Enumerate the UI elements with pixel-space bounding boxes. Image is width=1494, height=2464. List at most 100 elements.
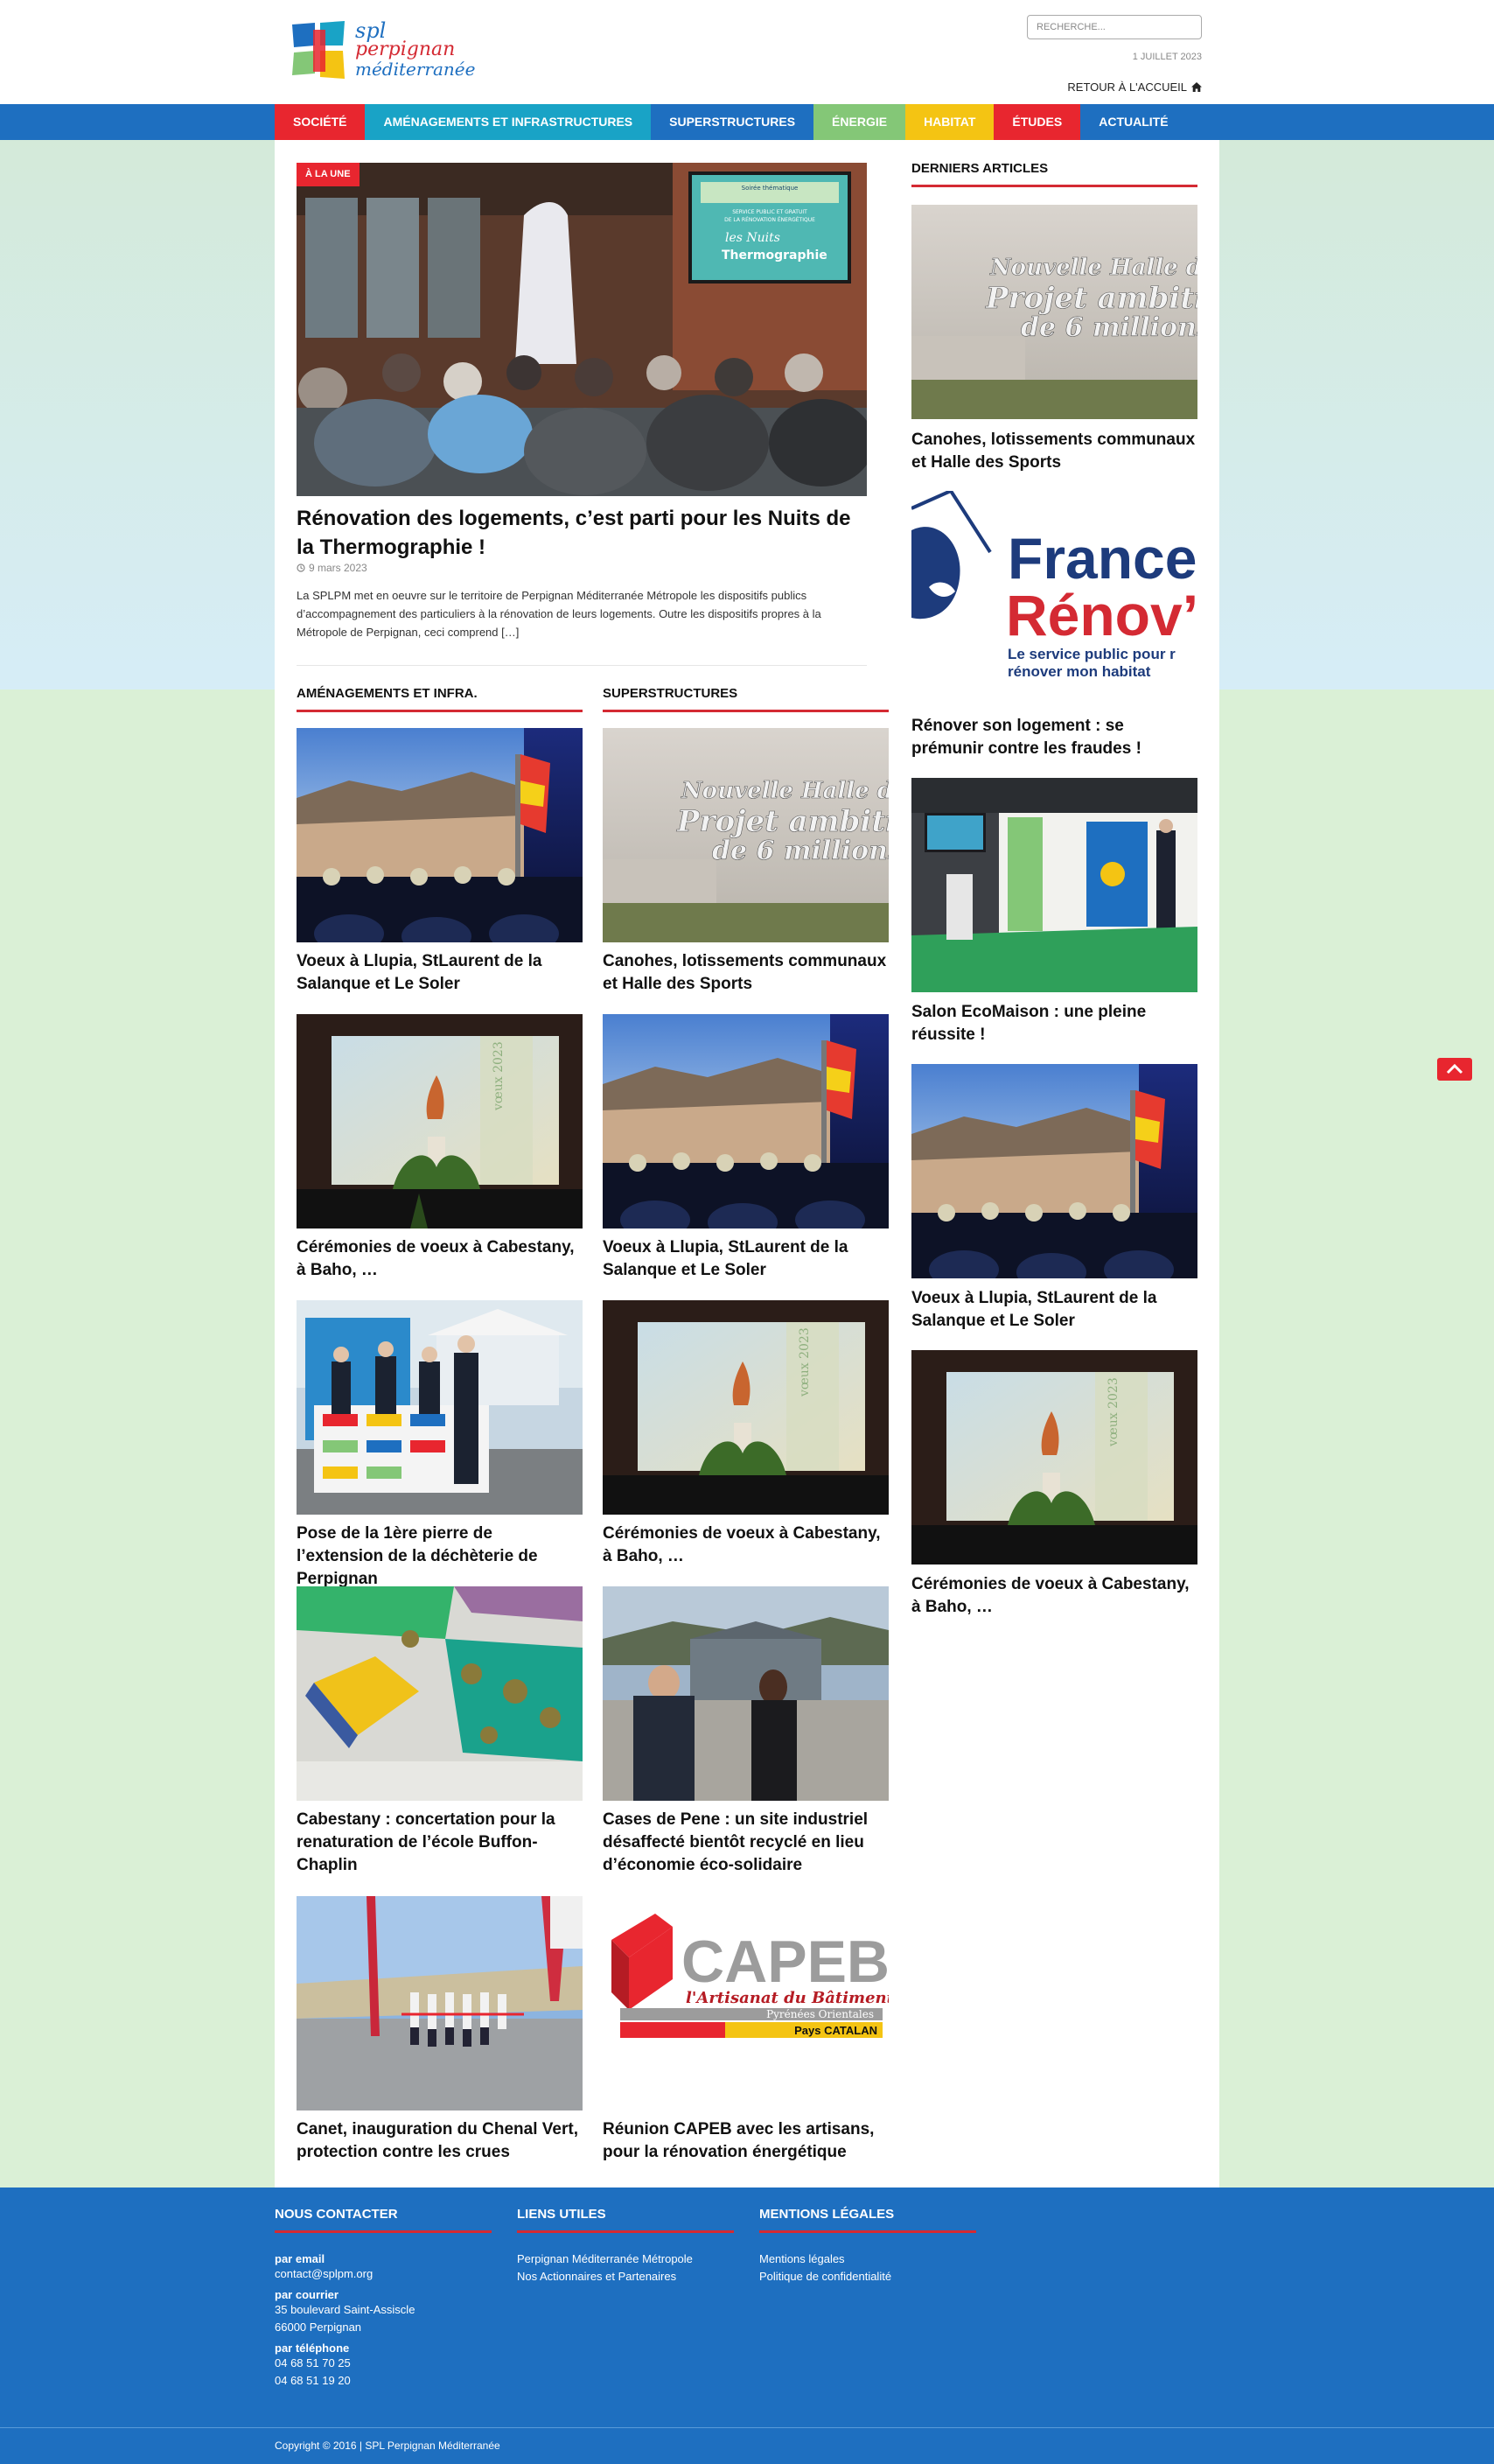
sidebar-card-title[interactable]: Canohes, lotissements communaux et Halle… [911,429,1197,474]
phone-label: par téléphone [275,2342,350,2355]
featured-excerpt: La SPLPM met en oeuvre sur le territoire… [297,589,821,639]
latest-articles-heading: Derniers articles [911,161,1197,187]
scale-model-image [297,1586,583,1801]
projection-screen-image: vœux 2023 [603,1300,889,1515]
capeb-wordmark: CAPEB [681,1928,889,1995]
voeux-text: vœux 2023 [798,1327,812,1397]
footer-link-legal[interactable]: Mentions légales [759,2250,976,2268]
capeb-logo-image: CAPEB l'Artisanat du Bâtiment Pyrénées O… [603,1896,889,2110]
card-title[interactable]: Voeux à Llupia, StLaurent de la Salanque… [603,1236,889,1282]
france-renov-line-2: Rénov’ [1006,583,1197,648]
phone-1[interactable]: 04 68 51 70 25 [275,2355,492,2372]
card-title[interactable]: Pose de la 1ère pierre de l’extension de… [297,1522,583,1591]
card-title[interactable]: Voeux à Llupia, StLaurent de la Salanque… [297,950,583,996]
ribbon-cutting-image [297,1896,583,2110]
back-to-top-button[interactable] [1437,1058,1472,1081]
card-title[interactable]: Canet, inauguration du Chenal Vert, prot… [297,2118,583,2164]
card-image[interactable] [297,1300,583,1515]
card-image[interactable] [297,1586,583,1801]
screen-text-5: Thermographie [722,248,827,262]
card-image[interactable]: vœux 2023 [297,1014,583,1228]
clock-icon [297,564,305,572]
main-nav: Société Aménagements et infrastructures … [0,104,1494,140]
sidebar-card-image[interactable]: Nouvelle Halle des Projet ambitie de 6 m… [911,205,1197,419]
footer-link-metropole[interactable]: Perpignan Méditerranée Métropole [517,2250,734,2268]
home-icon [1191,82,1202,92]
current-date: 1 JUILLET 2023 [1132,52,1202,62]
sidebar-card-image[interactable]: vœux 2023 [911,1350,1197,1564]
search-input[interactable]: RECHERCHE... [1027,15,1202,39]
nav-item-societe[interactable]: Société [275,104,366,140]
sidebar-card-image[interactable] [911,1064,1197,1278]
footer-divider [0,2427,1494,2428]
logo-line-3: méditerranée [355,59,476,80]
capeb-tagline: l'Artisanat du Bâtiment [686,1989,889,2007]
nav-item-amenagements[interactable]: Aménagements et infrastructures [365,104,652,140]
mail-label: par courrier [275,2288,339,2301]
card-title[interactable]: Cérémonies de voeux à Cabestany, à Baho,… [603,1522,889,1568]
superstructures-heading[interactable]: Superstructures [603,686,889,712]
main-content: Soirée thématique SERVICE PUBLIC ET GRAT… [275,140,1219,2188]
projection-screen-image: vœux 2023 [911,1350,1197,1564]
ceremony-stage-image [297,728,583,942]
sidebar-card-image[interactable]: France Rénov’ Le service public pour r r… [911,491,1197,705]
ceremony-stage-image [603,1014,889,1228]
sidebar-card-title[interactable]: Rénover son logement : se prémunir contr… [911,715,1197,760]
card-image[interactable] [297,728,583,942]
card-title[interactable]: Cabestany : concertation pour la renatur… [297,1809,583,1877]
nav-item-energie[interactable]: Énergie [813,104,906,140]
card-image[interactable] [297,1896,583,2110]
home-link[interactable]: RETOUR À L'ACCUEIL [1067,80,1202,94]
expo-stand-image [911,778,1197,992]
logo-mark-icon [290,21,346,80]
chevron-up-icon [1446,1063,1463,1074]
ceremony-stage-image [911,1064,1197,1278]
card-image[interactable]: CAPEB l'Artisanat du Bâtiment Pyrénées O… [603,1896,889,2110]
industrial-site-image [603,1586,889,1801]
card-title[interactable]: Réunion CAPEB avec les artisans, pour la… [603,2118,889,2164]
nav-item-actualite[interactable]: Actualité [1080,104,1187,140]
nav-item-etudes[interactable]: Études [994,104,1081,140]
card-title[interactable]: Canohes, lotissements communaux et Halle… [603,950,889,996]
sidebar-card-title[interactable]: Voeux à Llupia, StLaurent de la Salanque… [911,1287,1197,1333]
address-line-2: 66000 Perpignan [275,2320,362,2334]
card-image[interactable] [603,1586,889,1801]
featured-image[interactable]: Soirée thématique SERVICE PUBLIC ET GRAT… [297,163,867,496]
card-title[interactable]: Cases de Pene : un site industriel désaf… [603,1809,889,1877]
sidebar-card-title[interactable]: Cérémonies de voeux à Cabestany, à Baho,… [911,1573,1197,1619]
nav-item-superstructures[interactable]: Superstructures [651,104,814,140]
capeb-pays: Pays CATALAN [794,2024,877,2037]
projection-screen-image: vœux 2023 [297,1014,583,1228]
footer-link-privacy[interactable]: Politique de confidentialité [759,2268,976,2286]
halle-line-1: Nouvelle Halle des [681,778,889,804]
home-link-label: RETOUR À L'ACCUEIL [1067,80,1187,94]
email-link[interactable]: contact@splpm.org [275,2265,492,2283]
footer-link-partners[interactable]: Nos Actionnaires et Partenaires [517,2268,734,2286]
featured-badge: À LA UNE [297,163,360,186]
logo-line-2: perpignan [355,38,456,60]
halle-line-3: de 6 millions d [1021,312,1197,343]
screen-text-2: SERVICE PUBLIC ET GRATUIT [732,209,807,215]
phone-2[interactable]: 04 68 51 19 20 [275,2372,492,2390]
copyright-text: Copyright © 2016 | SPL Perpignan Méditer… [275,2440,500,2452]
site-logo[interactable]: spl perpignan méditerranée [290,20,475,84]
screen-text-4: les Nuits [725,231,780,245]
voeux-text: vœux 2023 [492,1041,506,1111]
sidebar-card-title[interactable]: Salon EcoMaison : une pleine réussite ! [911,1001,1197,1046]
france-renov-line-1: France [1008,526,1197,591]
halle-line-1: Nouvelle Halle des [989,255,1197,281]
nav-item-habitat[interactable]: Habitat [905,104,995,140]
card-image[interactable]: vœux 2023 [603,1300,889,1515]
first-stone-image [297,1300,583,1515]
logo-line-1: spl [355,18,387,43]
card-image[interactable]: Nouvelle Halle des Projet ambitie de 6 m… [603,728,889,942]
footer-links-heading: Liens utiles [517,2207,734,2233]
card-image[interactable] [603,1014,889,1228]
featured-title[interactable]: Rénovation des logements, c’est parti po… [297,504,867,562]
card-title[interactable]: Cérémonies de voeux à Cabestany, à Baho,… [297,1236,583,1282]
featured-date: 9 mars 2023 [297,562,367,574]
halle-text-image: Nouvelle Halle des Projet ambitie de 6 m… [911,205,1197,419]
france-renov-line-3: Le service public pour r [1008,646,1176,662]
sidebar-card-image[interactable] [911,778,1197,992]
amenagements-heading[interactable]: Aménagements et infra. [297,686,583,712]
